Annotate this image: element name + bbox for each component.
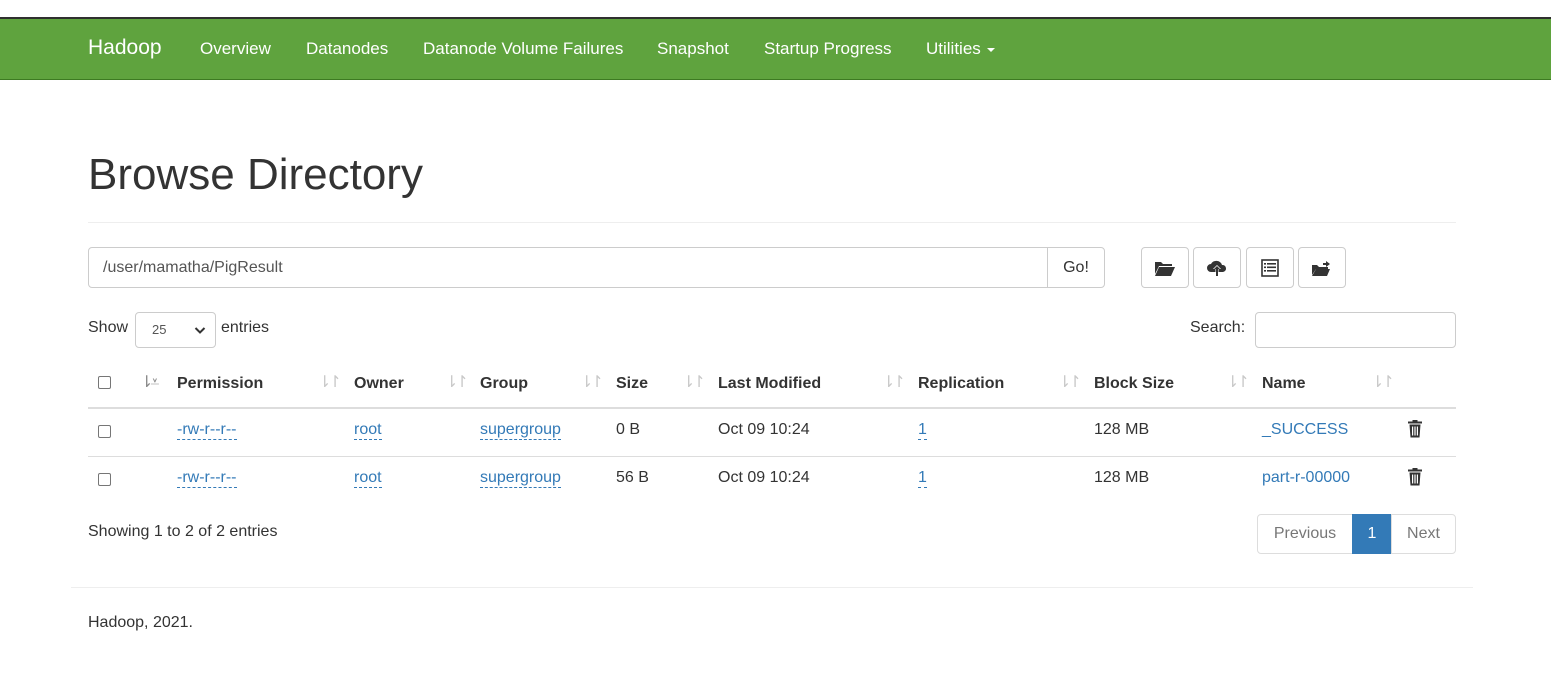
entries-label: entries <box>221 319 270 336</box>
column-size[interactable]: Size <box>616 375 648 393</box>
sort-icon[interactable]: ⇂↾ <box>682 372 706 392</box>
page-1-button[interactable]: 1 <box>1352 514 1392 554</box>
permission-cell[interactable]: -rw-r--r-- <box>177 469 237 488</box>
modified-cell: Oct 09 10:24 <box>718 469 810 486</box>
file-name-link[interactable]: part-r-00000 <box>1262 469 1350 487</box>
create-directory-button[interactable] <box>1141 247 1189 288</box>
column-owner[interactable]: Owner <box>354 375 404 393</box>
folder-move-icon <box>1312 260 1330 276</box>
title-divider <box>88 222 1456 223</box>
group-cell[interactable]: supergroup <box>480 421 561 440</box>
size-cell: 56 B <box>616 469 649 486</box>
nav-utilities-dropdown[interactable]: Utilities <box>926 39 995 59</box>
column-replication[interactable]: Replication <box>918 375 1004 393</box>
row-checkbox[interactable] <box>98 473 111 486</box>
move-button[interactable] <box>1298 247 1346 288</box>
replication-cell[interactable]: 1 <box>918 421 927 440</box>
block-size-cell: 128 MB <box>1094 469 1150 486</box>
owner-cell[interactable]: root <box>354 421 382 440</box>
sort-icon[interactable]: ⇂↾ <box>580 372 604 392</box>
footer-divider <box>71 587 1473 588</box>
nav-utilities-label: Utilities <box>926 39 981 58</box>
nav-datanode-volume-failures[interactable]: Datanode Volume Failures <box>423 39 623 59</box>
row-checkbox[interactable] <box>98 425 111 438</box>
select-all-checkbox[interactable] <box>98 376 111 389</box>
search-label: Search: <box>1190 319 1246 336</box>
block-size-cell: 128 MB <box>1094 421 1150 438</box>
sort-icon[interactable]: ⇂↾ <box>882 372 906 392</box>
sort-icon[interactable]: ⇂↾ <box>1226 372 1250 392</box>
entries-select-value: 25 <box>152 322 167 337</box>
brand-link[interactable]: Hadoop <box>88 36 162 60</box>
group-cell[interactable]: supergroup <box>480 469 561 488</box>
trash-icon[interactable] <box>1407 420 1423 438</box>
cloud-upload-icon <box>1207 260 1227 276</box>
sort-icon[interactable]: ⇂↾ <box>445 372 469 392</box>
nav-overview[interactable]: Overview <box>200 39 271 59</box>
column-name[interactable]: Name <box>1262 375 1306 393</box>
column-last-modified[interactable]: Last Modified <box>718 375 821 393</box>
directory-path-input[interactable]: /user/mamatha/PigResult <box>88 247 1048 288</box>
sort-asc-icon[interactable]: ⇂⩡ <box>140 372 160 392</box>
sort-icon[interactable]: ⇂↾ <box>318 372 342 392</box>
entries-per-page-select[interactable]: 25 <box>135 312 216 348</box>
upload-files-button[interactable] <box>1193 247 1241 288</box>
next-page-button[interactable]: Next <box>1391 514 1456 554</box>
column-group[interactable]: Group <box>480 375 528 393</box>
replication-cell[interactable]: 1 <box>918 469 927 488</box>
nav-snapshot[interactable]: Snapshot <box>657 39 729 59</box>
sort-icon[interactable]: ⇂↾ <box>1058 372 1082 392</box>
file-name-link[interactable]: _SUCCESS <box>1262 421 1348 439</box>
search-input[interactable] <box>1255 312 1456 348</box>
go-button[interactable]: Go! <box>1047 247 1105 288</box>
owner-cell[interactable]: root <box>354 469 382 488</box>
column-block-size[interactable]: Block Size <box>1094 375 1174 393</box>
column-permission[interactable]: Permission <box>177 375 263 393</box>
previous-page-button[interactable]: Previous <box>1257 514 1353 554</box>
size-cell: 0 B <box>616 421 641 438</box>
show-label: Show <box>88 319 129 336</box>
modified-cell: Oct 09 10:24 <box>718 421 810 438</box>
top-navbar: Hadoop Overview Datanodes Datanode Volum… <box>0 17 1551 80</box>
caret-down-icon <box>986 47 995 52</box>
table-info: Showing 1 to 2 of 2 entries <box>88 523 278 540</box>
table-header-divider <box>88 407 1456 409</box>
page-title: Browse Directory <box>88 150 423 199</box>
nav-datanodes[interactable]: Datanodes <box>306 39 388 59</box>
footer-text: Hadoop, 2021. <box>88 614 193 631</box>
folder-open-icon <box>1155 261 1175 276</box>
chevron-down-icon <box>194 327 206 334</box>
sort-icon[interactable]: ⇂↾ <box>1371 372 1395 392</box>
trash-icon[interactable] <box>1407 468 1423 486</box>
cut-paste-button[interactable] <box>1246 247 1294 288</box>
list-alt-icon <box>1261 258 1279 277</box>
permission-cell[interactable]: -rw-r--r-- <box>177 421 237 440</box>
row-divider <box>88 456 1456 457</box>
nav-startup-progress[interactable]: Startup Progress <box>764 39 892 59</box>
